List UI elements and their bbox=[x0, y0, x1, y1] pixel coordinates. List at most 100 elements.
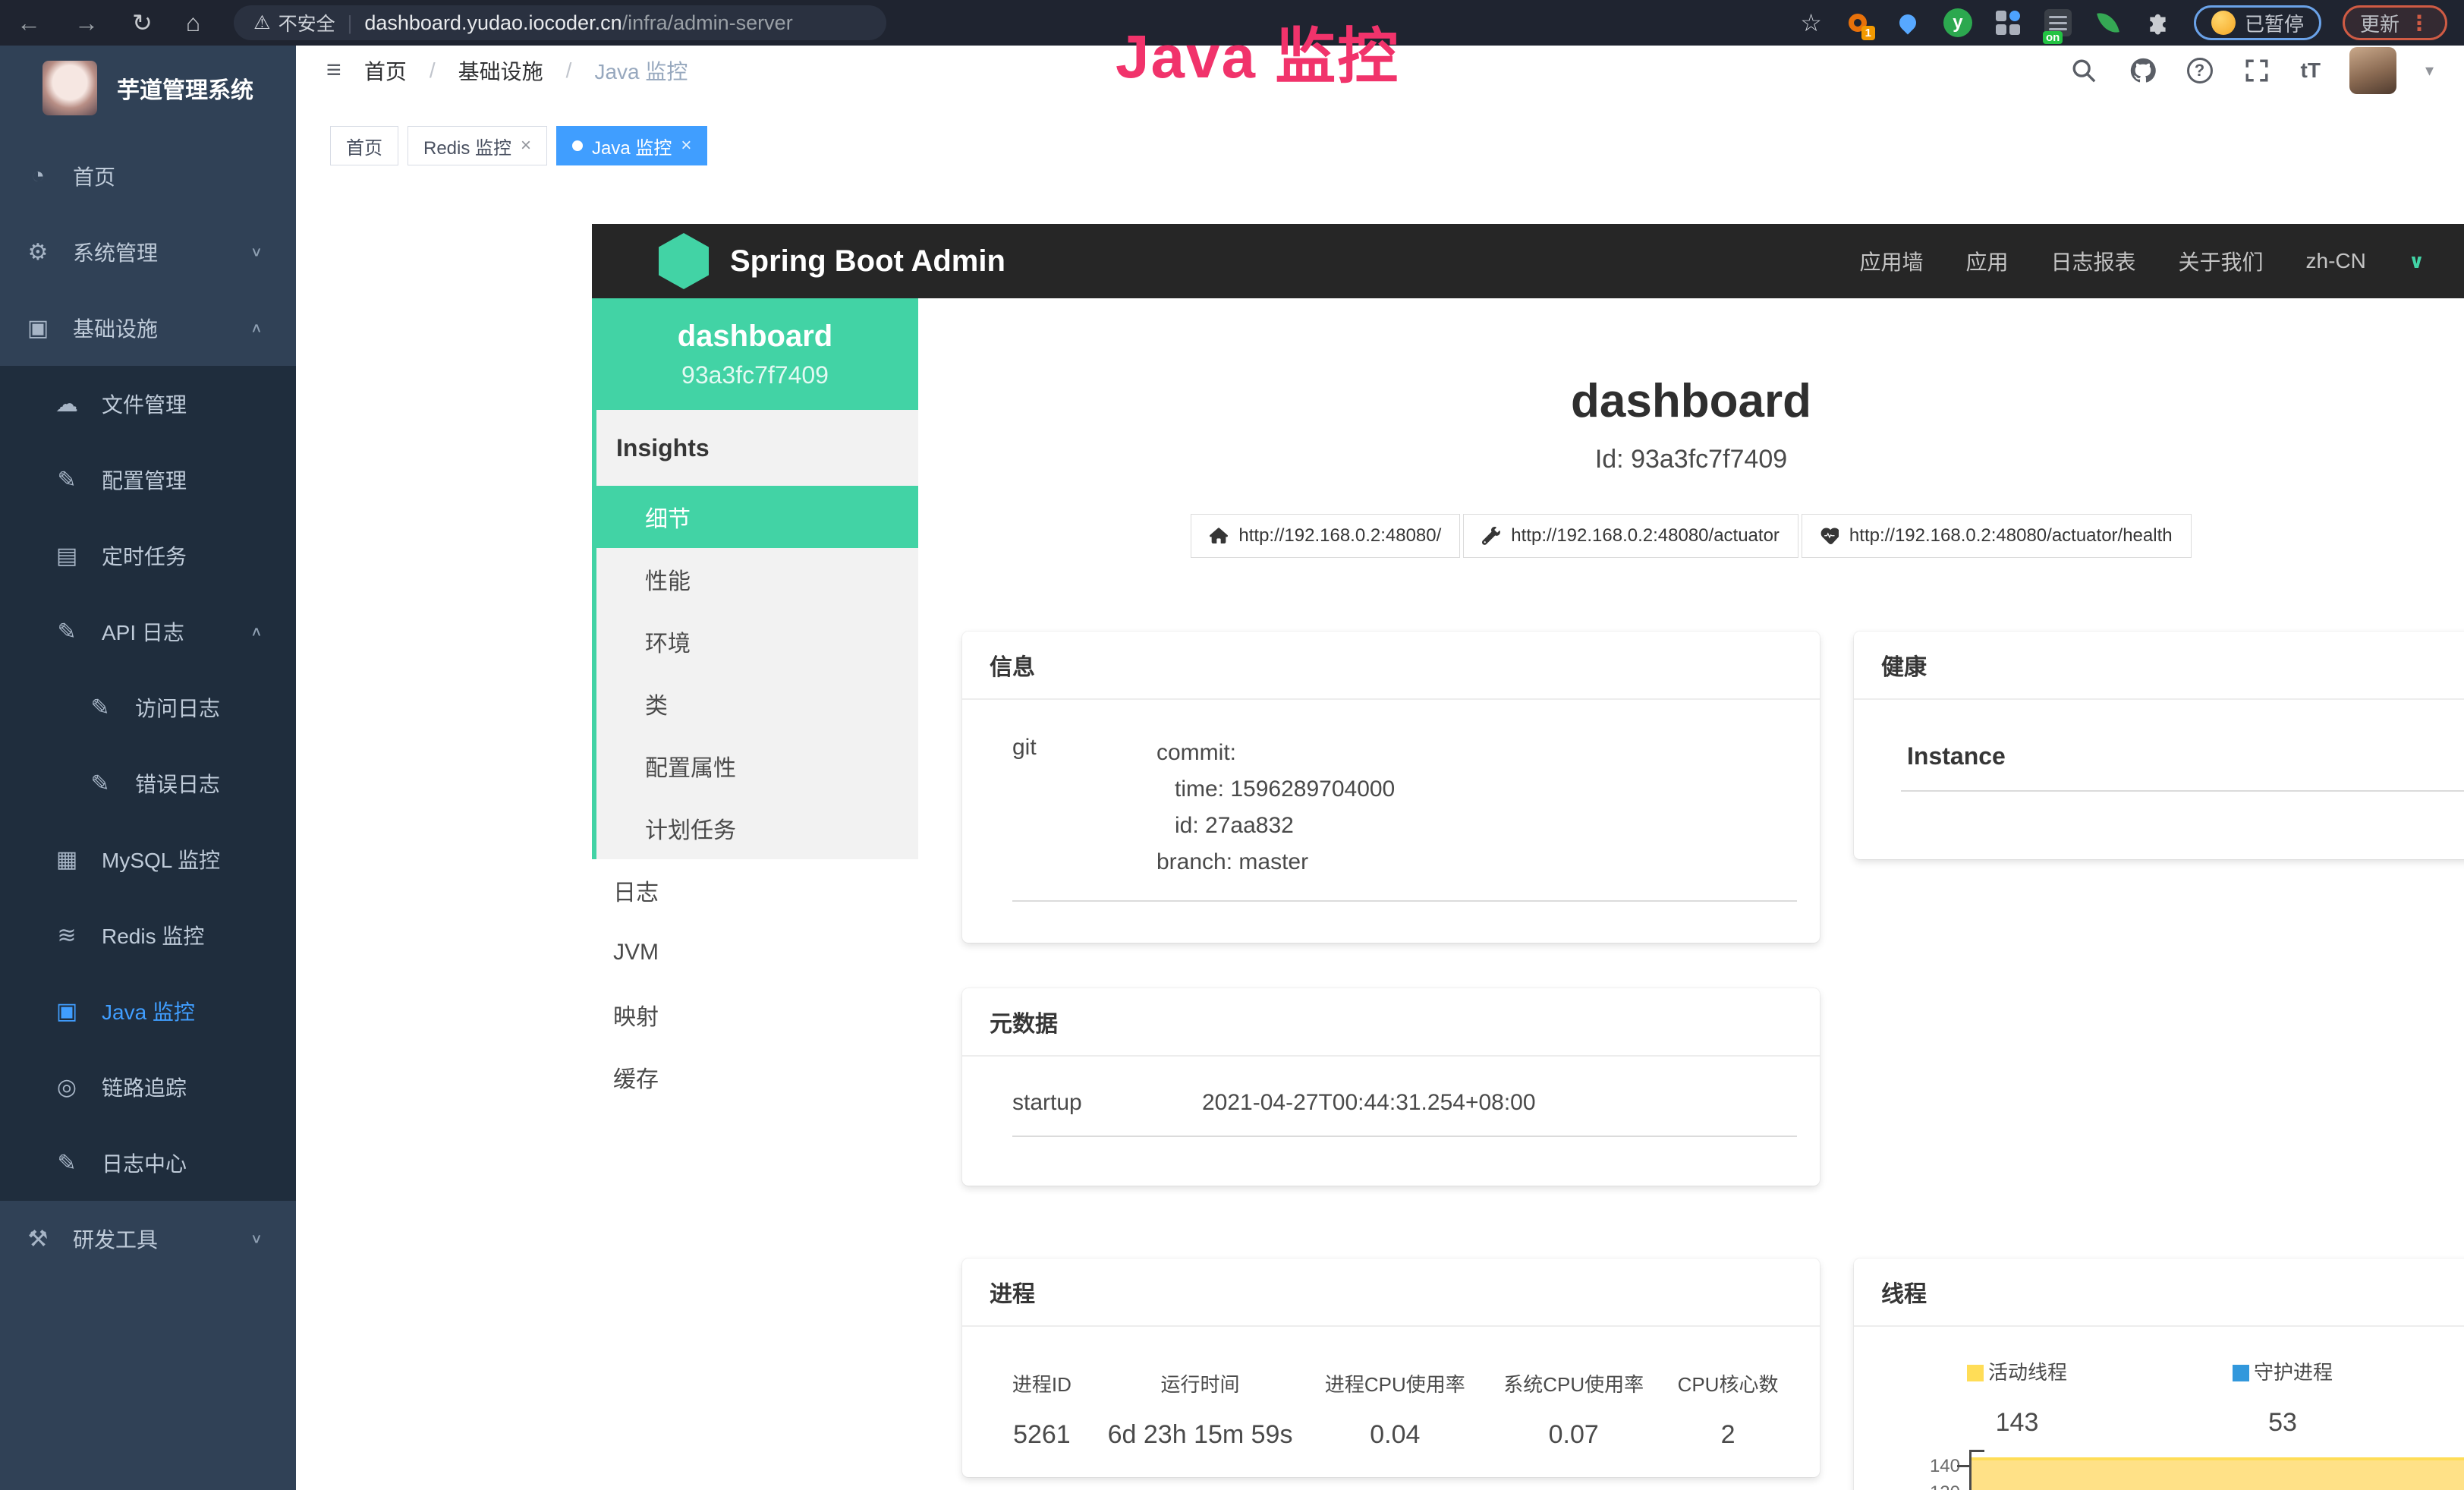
breadcrumb-home[interactable]: 首页 bbox=[364, 55, 407, 86]
sidebar-item-label: 文件管理 bbox=[102, 389, 187, 419]
sidebar-item-infrastructure[interactable]: ▣ 基础设施 ∧ bbox=[0, 290, 296, 366]
tab-label: Java 监控 bbox=[592, 133, 672, 159]
browser-reload-icon[interactable]: ↻ bbox=[132, 8, 153, 37]
close-icon[interactable]: × bbox=[521, 135, 531, 156]
sba-item-mappings[interactable]: 映射 bbox=[592, 984, 918, 1046]
url-text[interactable]: dashboard.yudao.iocoder.cn/infra/admin-s… bbox=[364, 11, 792, 35]
tab-java-monitor[interactable]: Java 监控 × bbox=[556, 126, 707, 165]
sba-item-scheduled-tasks[interactable]: 计划任务 bbox=[596, 797, 918, 859]
sba-nav-applications[interactable]: 应用 bbox=[1965, 246, 2008, 276]
on-badge: on bbox=[2043, 31, 2063, 44]
extension-grid-icon[interactable] bbox=[1994, 8, 2022, 37]
sidebar-item-log-center[interactable]: ✎ 日志中心 bbox=[0, 1125, 296, 1201]
close-icon[interactable]: × bbox=[681, 135, 691, 156]
chevron-down-icon[interactable]: ∨ bbox=[2409, 250, 2425, 273]
sidebar-item-label: 链路追踪 bbox=[102, 1072, 187, 1102]
extensions-puzzle-icon[interactable] bbox=[2144, 8, 2173, 37]
breadcrumb-infrastructure[interactable]: 基础设施 bbox=[458, 55, 543, 86]
chevron-up-icon: ∧ bbox=[250, 320, 263, 336]
sidebar-item-file-manage[interactable]: ☁ 文件管理 bbox=[0, 366, 296, 442]
sidebar-item-java-monitor[interactable]: ▣ Java 监控 bbox=[0, 973, 296, 1049]
insights-title: Insights bbox=[596, 410, 918, 486]
sba-nav-language[interactable]: zh-CN bbox=[2306, 249, 2366, 273]
help-icon[interactable]: ? bbox=[2187, 58, 2213, 83]
extension-y-icon[interactable]: y bbox=[1943, 8, 1972, 37]
sba-item-classes[interactable]: 类 bbox=[596, 673, 918, 735]
tab-label: 首页 bbox=[346, 133, 382, 159]
search-icon[interactable] bbox=[2069, 55, 2099, 86]
browser-back-icon[interactable]: ← bbox=[17, 9, 41, 37]
layers-icon: ≋ bbox=[52, 922, 82, 949]
sidebar-item-scheduled-jobs[interactable]: ▤ 定时任务 bbox=[0, 518, 296, 594]
sba-nav-about[interactable]: 关于我们 bbox=[2179, 246, 2264, 276]
address-bar[interactable]: ⚠ 不安全 | dashboard.yudao.iocoder.cn/infra… bbox=[234, 5, 886, 40]
sidebar-item-mysql-monitor[interactable]: ▦ MySQL 监控 bbox=[0, 821, 296, 897]
fullscreen-icon[interactable] bbox=[2242, 55, 2272, 86]
puzzle-icon bbox=[2146, 11, 2170, 35]
bookmark-star-icon[interactable]: ☆ bbox=[1800, 8, 1822, 37]
toolbox-icon: ⚒ bbox=[23, 1226, 53, 1252]
security-warning[interactable]: ⚠ 不安全 bbox=[253, 9, 335, 36]
sidebar-item-home[interactable]: ◔ 首页 bbox=[0, 138, 296, 214]
font-size-icon[interactable]: tT bbox=[2301, 58, 2321, 83]
extension-leaf-icon[interactable] bbox=[2094, 8, 2123, 37]
card-title: 健康 bbox=[1881, 648, 1927, 682]
browser-forward-icon[interactable]: → bbox=[74, 9, 99, 37]
breadcrumb-current: Java 监控 bbox=[594, 55, 688, 86]
sidebar-item-label: 基础设施 bbox=[73, 313, 158, 343]
sba-item-caches[interactable]: 缓存 bbox=[592, 1046, 918, 1108]
sidebar-item-system[interactable]: ⚙ 系统管理 ∨ bbox=[0, 214, 296, 290]
recorder-paused-pill[interactable]: 已暂停 bbox=[2194, 5, 2321, 40]
sidebar-item-redis-monitor[interactable]: ≋ Redis 监控 bbox=[0, 897, 296, 973]
infrastructure-submenu: ☁ 文件管理 ✎ 配置管理 ▤ 定时任务 ✎ API 日志 ∧ ✎ bbox=[0, 366, 296, 1201]
sidebar-item-label: Java 监控 bbox=[102, 996, 195, 1026]
paused-label: 已暂停 bbox=[2245, 9, 2304, 37]
chrome-update-button[interactable]: 更新 ⋮ bbox=[2343, 5, 2447, 40]
sba-nav-journal[interactable]: 日志报表 bbox=[2051, 246, 2136, 276]
sba-instance-header[interactable]: dashboard 93a3fc7f7409 bbox=[592, 298, 918, 410]
user-caret-icon[interactable]: ▾ bbox=[2425, 61, 2434, 80]
sidebar-item-config-manage[interactable]: ✎ 配置管理 bbox=[0, 442, 296, 518]
warning-icon: ⚠ bbox=[253, 11, 270, 34]
sba-brand[interactable]: Spring Boot Admin bbox=[730, 244, 1005, 279]
hamburger-icon[interactable]: ≡ bbox=[326, 55, 341, 85]
extension-pin-icon[interactable] bbox=[1893, 8, 1922, 37]
sba-navbar: Spring Boot Admin 应用墙 应用 日志报表 关于我们 zh-CN… bbox=[592, 224, 2464, 298]
screen: ← → ↻ ⌂ ⚠ 不安全 | dashboard.yudao.iocoder.… bbox=[0, 0, 2464, 1490]
active-dot bbox=[572, 140, 583, 151]
sidebar-item-access-log[interactable]: ✎ 访问日志 bbox=[0, 669, 296, 745]
app-logo[interactable]: 芋道管理系统 bbox=[0, 46, 296, 131]
sba-logo-icon[interactable] bbox=[659, 233, 709, 289]
sba-item-details[interactable]: 细节 bbox=[592, 486, 918, 548]
sidebar-item-dev-tools[interactable]: ⚒ 研发工具 ∨ bbox=[0, 1201, 296, 1277]
breadcrumb-separator: / bbox=[566, 58, 572, 83]
legend-live: 活动线程 143 bbox=[1884, 1357, 2150, 1438]
sidebar-item-label: 定时任务 bbox=[102, 540, 187, 571]
github-icon[interactable] bbox=[2128, 55, 2158, 86]
browser-menu-icon[interactable]: ⋮ bbox=[2409, 11, 2430, 36]
sba-item-logs[interactable]: 日志 bbox=[592, 859, 918, 921]
card-title: 元数据 bbox=[990, 1005, 1058, 1038]
actuator-url-link[interactable]: http://192.168.0.2:48080/actuator bbox=[1463, 514, 1798, 558]
sba-item-config-props[interactable]: 配置属性 bbox=[596, 735, 918, 797]
health-url-link[interactable]: http://192.168.0.2:48080/actuator/health bbox=[1802, 514, 2192, 558]
tab-home[interactable]: 首页 bbox=[330, 126, 398, 165]
tab-redis-monitor[interactable]: Redis 监控 × bbox=[408, 126, 547, 165]
process-col-pid: 进程ID 5261 bbox=[985, 1369, 1099, 1450]
user-avatar[interactable] bbox=[2349, 47, 2396, 94]
link-label: http://192.168.0.2:48080/ bbox=[1238, 525, 1441, 547]
health-row[interactable]: Instance UP bbox=[1854, 700, 2464, 770]
sidebar-item-api-log[interactable]: ✎ API 日志 ∧ bbox=[0, 594, 296, 669]
sidebar-item-tracing[interactable]: ◎ 链路追踪 bbox=[0, 1049, 296, 1125]
gear-icon: ⚙ bbox=[23, 239, 53, 266]
sidebar-item-error-log[interactable]: ✎ 错误日志 bbox=[0, 745, 296, 821]
metadata-key: startup bbox=[1012, 1090, 1202, 1116]
sba-item-environment[interactable]: 环境 bbox=[596, 610, 918, 673]
sba-nav-wallboard[interactable]: 应用墙 bbox=[1859, 246, 1923, 276]
extension-switch-icon[interactable]: on bbox=[2044, 8, 2072, 37]
browser-home-icon[interactable]: ⌂ bbox=[186, 9, 200, 37]
service-url-link[interactable]: http://192.168.0.2:48080/ bbox=[1191, 514, 1460, 558]
sba-item-jvm[interactable]: JVM bbox=[592, 921, 918, 984]
sba-item-metrics[interactable]: 性能 bbox=[596, 548, 918, 610]
extension-updater-icon[interactable]: 1 bbox=[1843, 8, 1872, 37]
